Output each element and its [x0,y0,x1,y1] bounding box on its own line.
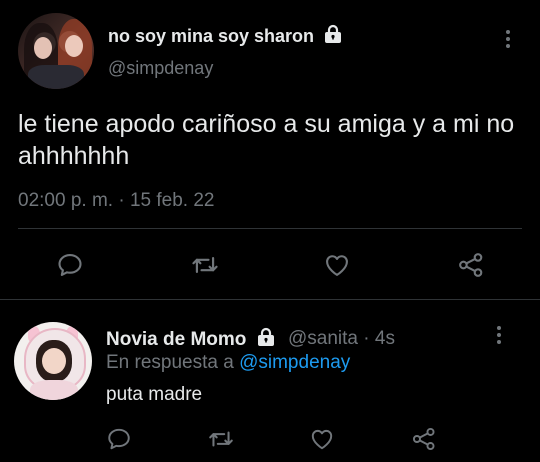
lock-icon [323,24,343,49]
reply-text: puta madre [106,384,203,405]
retweet-icon[interactable] [206,424,236,454]
reply-author-name-row[interactable]: Novia de Momo [106,327,276,353]
reply-author-avatar[interactable] [14,322,92,400]
tweet-text: le tiene apodo cariñoso a su amiga y a m… [18,110,515,170]
like-icon[interactable] [307,424,337,454]
reply-icon[interactable] [55,250,85,280]
reply-author-name[interactable]: Novia de Momo [106,329,246,350]
avatar-image-part [28,65,84,89]
author-handle[interactable]: @simpdenay [108,58,213,79]
lock-icon [256,327,276,353]
avatar-image-part [34,37,52,59]
reply-icon[interactable] [104,424,134,454]
author-avatar[interactable] [18,13,94,89]
divider [18,228,522,229]
author-name-row[interactable]: no soy mina soy sharon [108,24,343,49]
divider [0,299,540,300]
reply-handle-time[interactable]: @sanita · 4s [288,328,395,350]
share-icon[interactable] [456,250,486,280]
tweet-timestamp[interactable]: 02:00 p. m. · 15 feb. 22 [18,190,214,212]
replying-to-prefix: En respuesta a [106,352,234,373]
avatar-image-part [30,380,78,400]
like-icon[interactable] [322,250,352,280]
more-options-icon[interactable] [505,30,511,51]
author-name[interactable]: no soy mina soy sharon [108,26,314,46]
share-icon[interactable] [409,424,439,454]
replying-to-handle-link[interactable]: @simpdenay [239,352,350,373]
retweet-icon[interactable] [190,250,220,280]
more-options-icon[interactable] [496,326,502,347]
avatar-image-part [65,35,83,57]
replying-to: En respuesta a @simpdenay [106,352,350,374]
avatar-image-part [42,348,66,374]
